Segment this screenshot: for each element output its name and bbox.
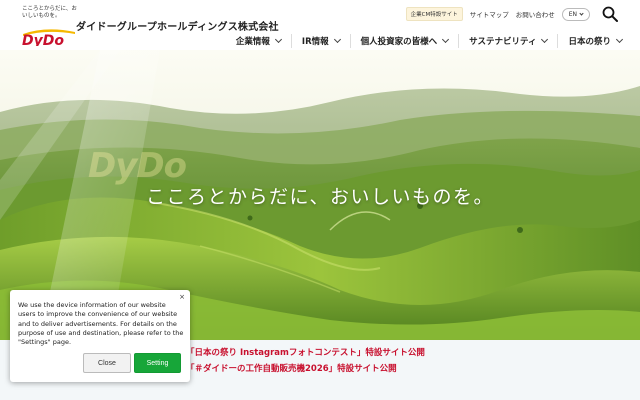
hero-watermark-logo: DyDo (88, 146, 187, 186)
company-name: ダイドーグループホールディングス株式会社 (76, 22, 279, 33)
close-icon[interactable]: × (179, 293, 185, 301)
nav-item-individual-investors[interactable]: 個人投資家の皆様へ (349, 34, 459, 48)
news-link[interactable]: 「＃ダイドーの工作自動販売機2026」特設サイト公開 (186, 362, 397, 374)
logo-tagline: こころとからだに、おいしいものを。 (22, 6, 77, 19)
dydo-logo-mark: DyDo (22, 29, 75, 46)
chevron-down-icon (579, 10, 584, 16)
nav-item-corporate[interactable]: 企業情報 (226, 34, 291, 48)
nav-item-sustainability[interactable]: サステナビリティ (458, 34, 557, 48)
nav-item-label: 日本の祭り (568, 37, 611, 47)
language-selector[interactable]: EN (561, 7, 590, 21)
main-nav: 企業情報 IR情報 個人投資家の皆様へ サステナビリティ 日本の祭り (226, 34, 632, 48)
nav-item-label: 企業情報 (235, 37, 270, 47)
logo-wordmark: DyDo (22, 33, 64, 46)
page: こころとからだに、おいしいものを。 DyDo ダイドーグループホールディングス株… (0, 0, 640, 400)
nav-item-label: 個人投資家の皆様へ (360, 37, 438, 47)
dydo-logo[interactable]: こころとからだに、おいしいものを。 DyDo (10, 6, 77, 46)
nav-item-festivals[interactable]: 日本の祭り (557, 34, 632, 48)
nav-item-label: IR情報 (301, 37, 329, 47)
nav-item-label: サステナビリティ (469, 37, 537, 47)
chevron-down-icon (541, 35, 549, 44)
utility-nav: 企業CM特設サイト サイトマップ お問い合わせ EN (405, 7, 590, 21)
chevron-down-icon (274, 35, 282, 44)
cookie-close-button[interactable]: Close (83, 353, 131, 373)
cookie-message: We use the device information of our web… (18, 301, 184, 347)
cookie-consent-dialog: × We use the device information of our w… (10, 290, 190, 382)
contact-link[interactable]: お問い合わせ (516, 9, 555, 19)
chevron-down-icon (442, 35, 450, 44)
site-header: こころとからだに、おいしいものを。 DyDo ダイドーグループホールディングス株… (0, 0, 640, 50)
cookie-setting-button[interactable]: Setting (134, 353, 181, 373)
chevron-down-icon (333, 35, 341, 44)
nav-item-ir[interactable]: IR情報 (290, 34, 350, 48)
language-label: EN (568, 10, 577, 18)
hero-tagline: こころとからだに、おいしいものを。 (146, 186, 494, 208)
search-icon[interactable] (602, 6, 618, 22)
cm-site-link[interactable]: 企業CM特設サイト (405, 7, 463, 21)
sitemap-link[interactable]: サイトマップ (470, 9, 509, 19)
chevron-down-icon (615, 35, 624, 44)
news-link[interactable]: 「日本の祭り Instagramフォトコンテスト」特設サイト公開 (186, 346, 425, 358)
